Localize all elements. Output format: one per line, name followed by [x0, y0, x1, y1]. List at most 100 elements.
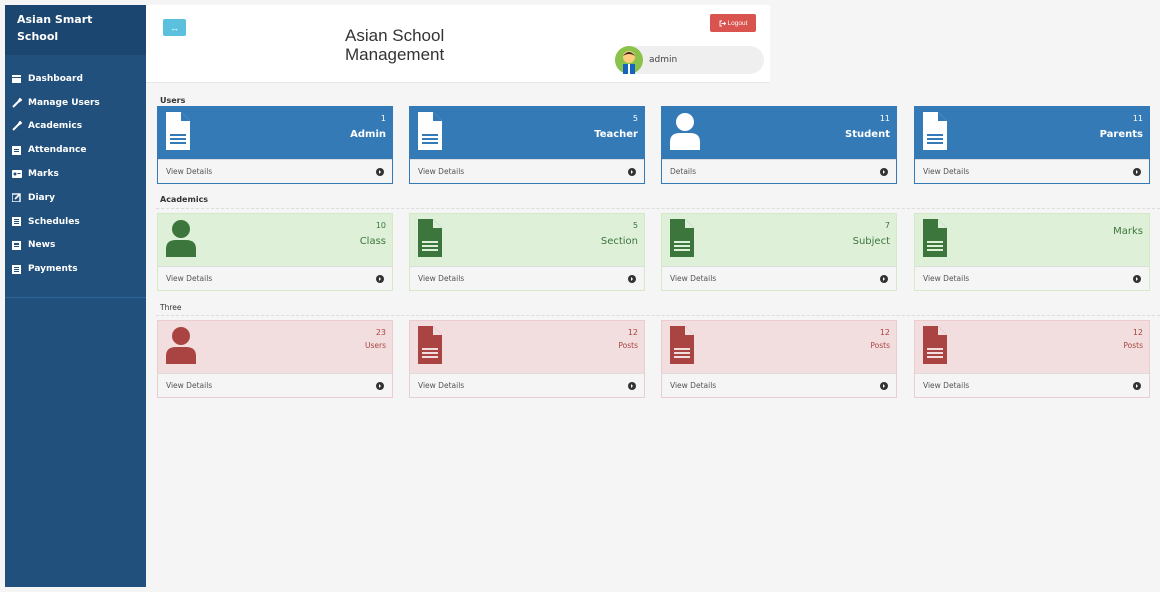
card-count: 11 — [1132, 114, 1143, 123]
card-label: Posts — [1123, 341, 1143, 350]
logout-label: Logout — [727, 19, 748, 27]
document-icon — [418, 219, 442, 261]
sidebar-item-schedules[interactable]: Schedules — [5, 210, 146, 234]
page-title-line2: Management — [345, 45, 445, 64]
arrow-right-icon — [376, 167, 384, 176]
view-details-link[interactable]: Details — [670, 167, 696, 176]
page-title-line1: Asian School — [345, 26, 445, 45]
view-details-link[interactable]: View Details — [670, 381, 716, 390]
card-posts[interactable]: 12 Posts View Details — [914, 320, 1150, 398]
calendar-icon — [11, 145, 22, 156]
page-title: Asian School Management — [345, 26, 444, 64]
avatar — [615, 46, 643, 74]
sidebar-item-news[interactable]: News — [5, 234, 146, 258]
wrench-icon — [11, 121, 22, 132]
document-icon — [670, 219, 694, 261]
section-divider — [156, 315, 1160, 316]
view-details-link[interactable]: View Details — [418, 274, 464, 283]
sidebar-item-label: Dashboard — [28, 73, 83, 84]
card-users[interactable]: 23 Users View Details — [157, 320, 393, 398]
card-teacher[interactable]: 5 Teacher View Details — [409, 106, 645, 184]
card-label: Subject — [852, 236, 890, 247]
wrench-icon — [11, 97, 22, 108]
sidebar-item-attendance[interactable]: Attendance — [5, 138, 146, 162]
card-posts[interactable]: 12 Posts View Details — [409, 320, 645, 398]
card-label: Users — [364, 341, 386, 350]
card-student[interactable]: 11 Student Details — [661, 106, 897, 184]
sidebar-item-label: Attendance — [28, 145, 87, 156]
brand[interactable]: Asian Smart School — [5, 5, 146, 55]
view-details-link[interactable]: View Details — [670, 274, 716, 283]
sidebar-item-label: Payments — [28, 264, 78, 275]
card-count: 5 — [632, 221, 638, 230]
document-icon — [418, 326, 442, 368]
arrow-right-icon — [376, 381, 384, 390]
document-icon — [418, 112, 442, 154]
arrow-right-icon — [1133, 274, 1141, 283]
card-count: 11 — [879, 114, 890, 123]
document-icon — [923, 112, 947, 154]
view-details-link[interactable]: View Details — [923, 274, 969, 283]
sidebar-item-manage-users[interactable]: Manage Users — [5, 91, 146, 115]
view-details-link[interactable]: View Details — [923, 381, 969, 390]
card-label: Teacher — [594, 129, 638, 140]
sidebar-item-marks[interactable]: Marks — [5, 162, 146, 186]
card-label: Student — [845, 129, 890, 140]
section-three-label: Three — [160, 303, 182, 312]
user-menu[interactable]: admin — [615, 46, 764, 74]
logout-button[interactable]: Logout — [710, 14, 756, 32]
sidebar-item-label: Schedules — [28, 216, 80, 227]
arrow-right-icon — [628, 381, 636, 390]
sidebar-item-label: Marks — [28, 169, 59, 180]
document-icon — [670, 326, 694, 368]
sidebar-item-label: Manage Users — [28, 97, 100, 108]
card-label: Posts — [618, 341, 638, 350]
view-details-link[interactable]: View Details — [166, 274, 212, 283]
id-card-icon — [11, 169, 22, 180]
dashboard-icon — [11, 73, 22, 84]
document-icon — [923, 326, 947, 368]
arrow-right-icon — [1133, 167, 1141, 176]
app-root: Asian Smart School Dashboard Manage User… — [0, 0, 1160, 592]
card-count: 10 — [375, 221, 386, 230]
sidebar-item-payments[interactable]: Payments — [5, 257, 146, 281]
card-count: 1 — [380, 114, 386, 123]
sidebar-nav: Dashboard Manage Users Academics Attenda… — [5, 55, 146, 299]
sidebar-item-dashboard[interactable]: Dashboard — [5, 67, 146, 91]
section-divider — [156, 208, 1160, 209]
card-count: 5 — [632, 114, 638, 123]
card-count: 12 — [627, 328, 638, 337]
main-content: ↔ Asian School Management Logout admin U… — [146, 5, 1160, 592]
arrow-right-icon — [376, 274, 384, 283]
brand-line1: Asian Smart — [17, 13, 93, 26]
card-label: Marks — [1113, 226, 1143, 237]
card-subject[interactable]: 7 Subject View Details — [661, 213, 897, 291]
arrow-right-icon — [628, 274, 636, 283]
sidebar-toggle-button[interactable]: ↔ — [163, 19, 186, 36]
card-class[interactable]: 10 Class View Details — [157, 213, 393, 291]
view-details-link[interactable]: View Details — [923, 167, 969, 176]
arrow-right-icon — [880, 381, 888, 390]
view-details-link[interactable]: View Details — [418, 167, 464, 176]
username: admin — [649, 55, 678, 65]
section-academics-label: Academics — [160, 195, 209, 204]
view-details-link[interactable]: View Details — [166, 381, 212, 390]
user-icon — [166, 326, 196, 368]
document-icon — [923, 219, 947, 261]
arrow-right-icon — [880, 167, 888, 176]
view-details-link[interactable]: View Details — [418, 381, 464, 390]
arrow-right-icon — [1133, 381, 1141, 390]
newspaper-icon — [11, 240, 22, 251]
sidebar-item-academics[interactable]: Academics — [5, 115, 146, 139]
card-label: Section — [600, 236, 638, 247]
sidebar-item-diary[interactable]: Diary — [5, 186, 146, 210]
card-posts[interactable]: 12 Posts View Details — [661, 320, 897, 398]
card-section[interactable]: 5 Section View Details — [409, 213, 645, 291]
card-parents[interactable]: 11 Parents View Details — [914, 106, 1150, 184]
sidebar-item-label: Diary — [28, 192, 55, 203]
card-admin[interactable]: 1 Admin View Details — [157, 106, 393, 184]
card-label: Class — [359, 236, 386, 247]
card-marks[interactable]: Marks View Details — [914, 213, 1150, 291]
sidebar-item-label: News — [28, 240, 56, 251]
view-details-link[interactable]: View Details — [166, 167, 212, 176]
